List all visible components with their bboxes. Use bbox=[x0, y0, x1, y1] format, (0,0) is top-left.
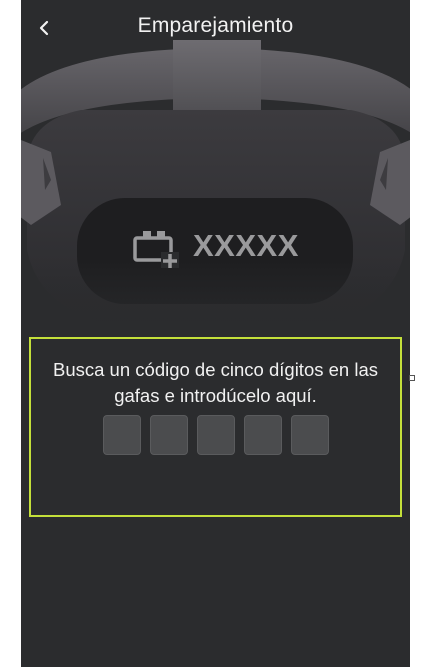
code-digit-1[interactable] bbox=[103, 415, 141, 455]
code-digit-5[interactable] bbox=[291, 415, 329, 455]
code-digit-inputs bbox=[103, 415, 338, 455]
headset-illustration bbox=[21, 40, 410, 335]
pairing-screen: Emparejamiento XXXXX Busca un código de … bbox=[21, 0, 410, 667]
code-digit-4[interactable] bbox=[244, 415, 282, 455]
pairing-instructions: Busca un código de cinco dígitos en las … bbox=[53, 359, 378, 406]
resize-handle[interactable] bbox=[409, 375, 415, 381]
headset-code-icon bbox=[133, 231, 179, 268]
pairing-code-panel: Busca un código de cinco dígitos en las … bbox=[29, 337, 402, 517]
code-digit-2[interactable] bbox=[150, 415, 188, 455]
page-title: Emparejamiento bbox=[137, 14, 294, 37]
code-digit-3[interactable] bbox=[197, 415, 235, 455]
code-placeholder-text: XXXXX bbox=[193, 228, 299, 263]
